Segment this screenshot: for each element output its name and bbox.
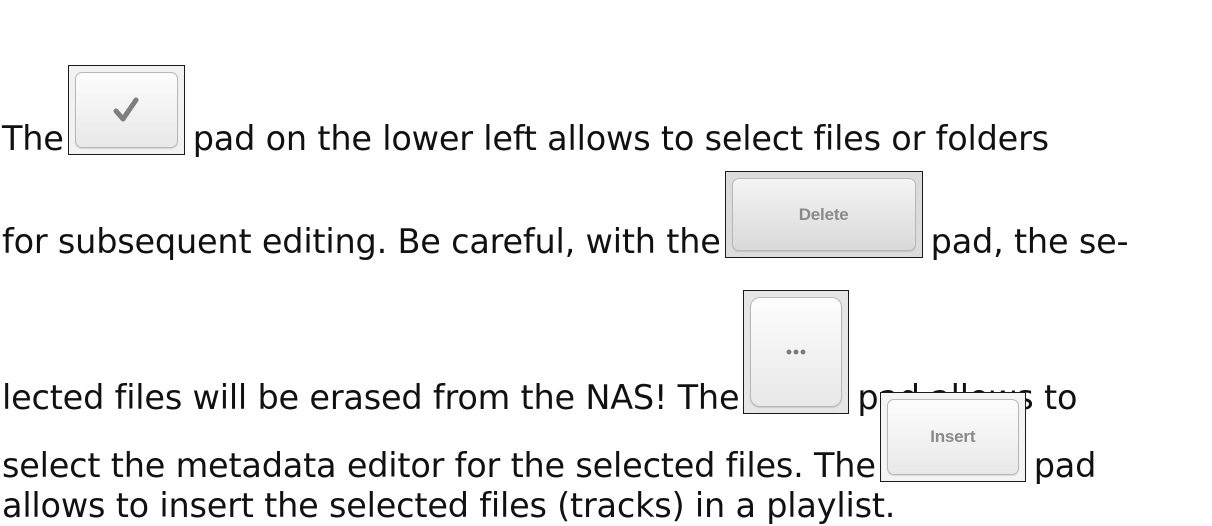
select-pad-image — [67, 65, 185, 155]
insert-pad-image: Insert — [879, 392, 1026, 482]
more-dots-icon — [786, 349, 806, 355]
text-segment: pad, the se- — [930, 222, 1129, 261]
paragraph-line-4: select the metadata editor for the selec… — [2, 392, 1096, 486]
text-segment: allows to insert the selected files (tra… — [2, 486, 896, 525]
text-segment: select the metadata editor for the selec… — [2, 446, 876, 485]
insert-pad-label: Insert — [930, 427, 976, 446]
delete-pad-button: Delete — [731, 178, 916, 251]
delete-pad-image: Delete — [724, 171, 923, 258]
paragraph-line-2: for subsequent editing. Be careful, with… — [2, 171, 1129, 262]
text-segment: pad — [1033, 446, 1097, 485]
paragraph-line-1: The pad on the lower left allows to selec… — [2, 65, 1049, 159]
text-segment: for subsequent editing. Be careful, with… — [2, 222, 721, 261]
select-pad-button — [74, 72, 178, 148]
insert-pad-button: Insert — [886, 399, 1019, 475]
checkmark-icon — [113, 97, 139, 122]
paragraph-line-5: allows to insert the selected files (tra… — [2, 486, 895, 526]
delete-pad-label: Delete — [798, 204, 849, 224]
more-pad-button — [750, 297, 843, 407]
text-segment: The — [2, 119, 64, 158]
text-segment: pad on the lower left allows to select f… — [192, 119, 1049, 158]
